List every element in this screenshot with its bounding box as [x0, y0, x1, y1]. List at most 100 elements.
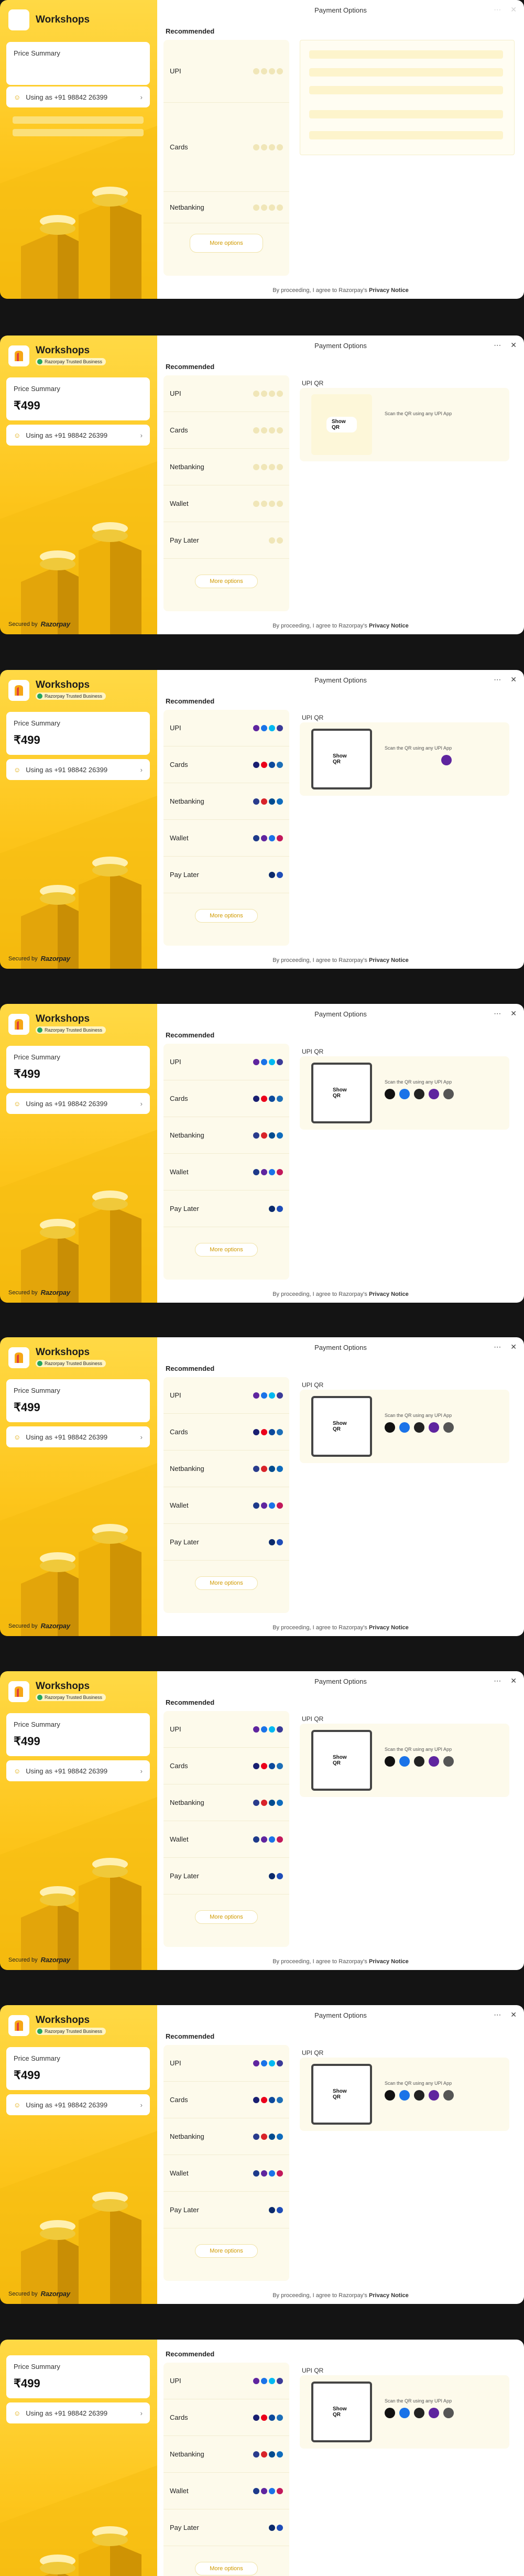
payment-method-netbanking[interactable]: Netbanking [163, 1117, 289, 1154]
decoration [0, 461, 157, 634]
close-icon[interactable]: ✕ [510, 1343, 517, 1351]
decoration [0, 1130, 157, 1303]
payment-method-pay-later[interactable]: Pay Later [163, 1190, 289, 1227]
more-options-button[interactable]: More options [190, 234, 263, 253]
close-icon[interactable]: ✕ [510, 5, 517, 14]
privacy-notice-link[interactable]: Privacy Notice [369, 623, 409, 629]
upi-qr-panel: Show QR Scan the QR using any UPI App [300, 722, 509, 796]
payment-method-upi[interactable]: UPI [163, 1711, 289, 1748]
payment-method-netbanking[interactable]: Netbanking [163, 1451, 289, 1487]
user-contact-button[interactable]: ☺ Using as +91 98842 26399 › [6, 1426, 150, 1447]
payment-method-pay-later[interactable]: Pay Later [163, 1524, 289, 1561]
payment-method-cards[interactable]: Cards [163, 1080, 289, 1117]
payment-method-netbanking[interactable]: Netbanking [163, 449, 289, 485]
more-icon[interactable]: ⋯ [494, 1343, 501, 1351]
more-icon[interactable]: ⋯ [494, 2010, 501, 2019]
show-qr-button[interactable]: Show QR [328, 1085, 356, 1101]
provider-icon [261, 1502, 267, 1509]
more-options-button[interactable]: More options [195, 1576, 258, 1590]
payment-method-wallet[interactable]: Wallet [163, 820, 289, 857]
payment-method-upi[interactable]: UPI [163, 2045, 289, 2082]
privacy-notice-link[interactable]: Privacy Notice [369, 1958, 409, 1965]
price-summary-card: Price Summary ₹499 [6, 377, 150, 420]
show-qr-button[interactable]: Show QR [328, 2404, 356, 2420]
provider-icon [261, 1465, 267, 1472]
more-options-button[interactable]: More options [195, 2562, 258, 2575]
payment-method-wallet[interactable]: Wallet [163, 485, 289, 522]
upi-app-icon [443, 1756, 454, 1767]
user-contact-button[interactable]: ☺ Using as +91 98842 26399 › [6, 1093, 150, 1114]
payment-method-cards[interactable]: Cards [163, 103, 289, 192]
user-contact-button[interactable]: ☺ Using as +91 98842 26399 › [6, 2402, 150, 2423]
payment-method-cards[interactable]: Cards [163, 746, 289, 783]
more-options-button[interactable]: More options [195, 575, 258, 588]
user-contact-button[interactable]: ☺ Using as +91 98842 26399 › [6, 759, 150, 780]
payment-method-label: Cards [170, 2413, 188, 2421]
provider-icon [253, 1428, 259, 1435]
payment-method-upi[interactable]: UPI [163, 1044, 289, 1080]
merchant-name: Workshops [36, 679, 90, 690]
trusted-badge: Razorpay Trusted Business [36, 1026, 106, 1034]
close-icon[interactable]: ✕ [510, 1009, 517, 1018]
chevron-right-icon: › [140, 1099, 143, 1108]
more-icon[interactable]: ⋯ [494, 341, 501, 350]
show-qr-button[interactable]: Show QR [328, 751, 356, 767]
user-contact-button[interactable]: ☺ Using as +91 98842 26399 › [6, 2094, 150, 2115]
payment-method-cards[interactable]: Cards [163, 2399, 289, 2436]
close-icon[interactable]: ✕ [510, 1676, 517, 1685]
payment-method-wallet[interactable]: Wallet [163, 1821, 289, 1858]
privacy-notice-link[interactable]: Privacy Notice [369, 1291, 409, 1297]
payment-method-logos [253, 761, 283, 768]
payment-method-label: Cards [170, 426, 188, 434]
privacy-notice-link[interactable]: Privacy Notice [369, 957, 409, 964]
payment-method-netbanking[interactable]: Netbanking [163, 192, 289, 223]
more-icon[interactable]: ⋯ [494, 1009, 501, 1018]
show-qr-button[interactable]: Show QR [328, 1419, 356, 1434]
payment-method-upi[interactable]: UPI [163, 375, 289, 412]
payment-method-upi[interactable]: UPI [163, 2363, 289, 2399]
user-contact-button[interactable]: ☺ Using as +91 98842 26399 › [6, 86, 150, 107]
payment-method-netbanking[interactable]: Netbanking [163, 1784, 289, 1821]
more-options-button[interactable]: More options [195, 1910, 258, 1924]
payment-method-pay-later[interactable]: Pay Later [163, 522, 289, 559]
payment-method-netbanking[interactable]: Netbanking [163, 2436, 289, 2473]
payment-method-cards[interactable]: Cards [163, 2082, 289, 2118]
payment-method-wallet[interactable]: Wallet [163, 1154, 289, 1190]
payment-method-upi[interactable]: UPI [163, 710, 289, 746]
user-contact-button[interactable]: ☺ Using as +91 98842 26399 › [6, 1760, 150, 1781]
close-icon[interactable]: ✕ [510, 341, 517, 350]
payment-method-netbanking[interactable]: Netbanking [163, 783, 289, 820]
show-qr-button[interactable]: Show QR [326, 417, 357, 432]
user-contact-button[interactable]: ☺ Using as +91 98842 26399 › [6, 425, 150, 446]
payment-method-cards[interactable]: Cards [163, 412, 289, 449]
qr-code: Show QR [311, 2064, 372, 2125]
more-options-button[interactable]: More options [195, 909, 258, 923]
payment-method-pay-later[interactable]: Pay Later [163, 2192, 289, 2228]
more-options-button[interactable]: More options [195, 1243, 258, 1257]
provider-icon [261, 1392, 267, 1399]
more-icon[interactable]: ⋯ [494, 675, 501, 684]
title-bar: Payment Options [157, 670, 524, 690]
more-options-button[interactable]: More options [195, 2244, 258, 2258]
payment-method-cards[interactable]: Cards [163, 1748, 289, 1784]
more-icon[interactable]: ⋯ [494, 1676, 501, 1685]
close-icon[interactable]: ✕ [510, 2010, 517, 2019]
payment-method-pay-later[interactable]: Pay Later [163, 857, 289, 893]
show-qr-button[interactable]: Show QR [328, 2086, 356, 2102]
show-qr-button[interactable]: Show QR [328, 1752, 356, 1768]
payment-method-pay-later[interactable]: Pay Later [163, 1858, 289, 1895]
payment-method-wallet[interactable]: Wallet [163, 2155, 289, 2192]
payment-method-upi[interactable]: UPI [163, 1377, 289, 1414]
payment-method-upi[interactable]: UPI [163, 40, 289, 103]
payment-method-wallet[interactable]: Wallet [163, 1487, 289, 1524]
payment-method-cards[interactable]: Cards [163, 1414, 289, 1451]
payment-method-pay-later[interactable]: Pay Later [163, 2509, 289, 2546]
privacy-notice-link[interactable]: Privacy Notice [369, 1625, 409, 1631]
privacy-notice-link[interactable]: Privacy Notice [369, 287, 409, 294]
close-icon[interactable]: ✕ [510, 675, 517, 684]
more-icon[interactable]: ⋯ [494, 5, 501, 14]
payment-method-wallet[interactable]: Wallet [163, 2473, 289, 2509]
privacy-notice-link[interactable]: Privacy Notice [369, 2292, 409, 2299]
user-contact-label: Using as +91 98842 26399 [26, 2409, 108, 2417]
payment-method-netbanking[interactable]: Netbanking [163, 2118, 289, 2155]
